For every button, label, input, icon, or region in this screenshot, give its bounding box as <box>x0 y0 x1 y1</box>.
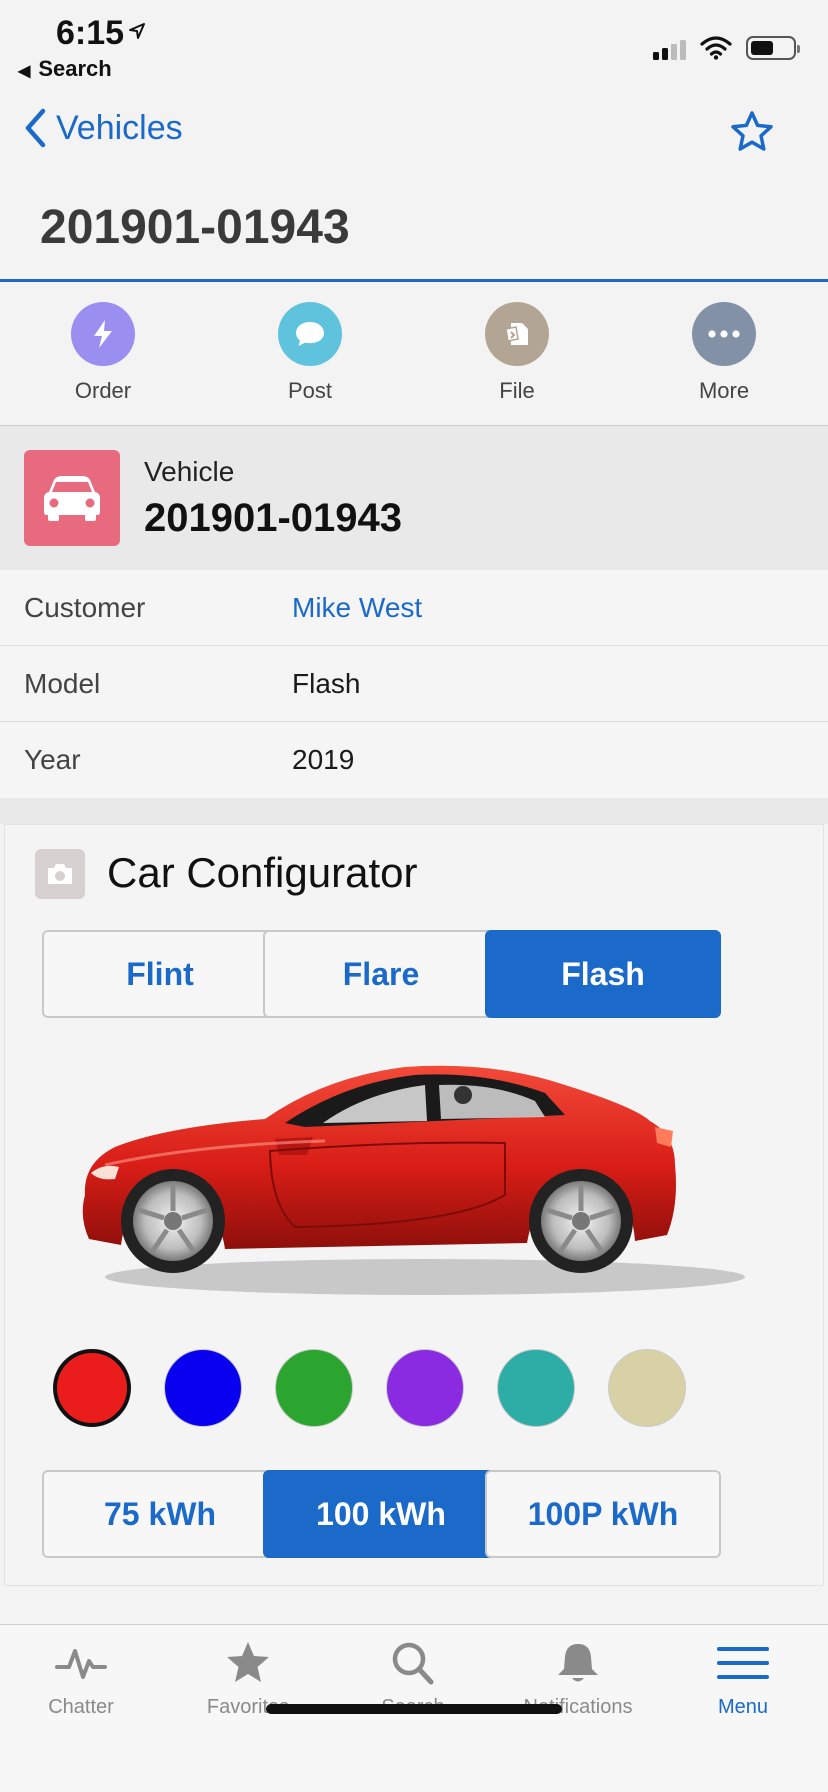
pulse-icon <box>55 1649 107 1679</box>
model-option-flash[interactable]: Flash <box>485 930 721 1018</box>
color-swatch-red[interactable] <box>53 1349 131 1427</box>
section-divider <box>0 798 828 824</box>
card-icon-tile <box>35 849 85 899</box>
record-fields: Customer Mike West Model Flash Year 2019 <box>0 570 828 798</box>
home-indicator[interactable] <box>266 1704 562 1714</box>
more-action-button[interactable]: More <box>664 302 784 404</box>
page-title: 201901-01943 <box>40 201 350 254</box>
field-row-customer: Customer Mike West <box>0 570 828 646</box>
field-label: Model <box>24 668 101 699</box>
model-option-flint[interactable]: Flint <box>42 930 278 1018</box>
more-action-circle <box>692 302 756 366</box>
ellipsis-icon <box>708 330 740 338</box>
status-time: 6:15 <box>56 14 125 52</box>
customer-link[interactable]: Mike West <box>292 592 422 624</box>
status-indicators <box>653 36 800 60</box>
cellular-signal-icon <box>653 38 686 60</box>
back-to-vehicles-button[interactable]: Vehicles <box>24 108 183 148</box>
star-icon <box>227 1642 269 1682</box>
field-label: Year <box>24 744 81 775</box>
tab-chatter[interactable]: Chatter <box>6 1641 156 1719</box>
wifi-icon <box>700 36 732 60</box>
back-triangle-icon: ◀ <box>18 63 31 80</box>
field-value: 2019 <box>292 744 355 775</box>
order-action-circle <box>71 302 135 366</box>
favorite-star-icon[interactable] <box>730 110 774 154</box>
tab-label: Chatter <box>48 1696 114 1718</box>
battery-option-100[interactable]: 100 kWh <box>263 1470 499 1558</box>
bell-icon <box>558 1644 598 1682</box>
car-configurator-card: Car Configurator Flint Flare Flash 75 kW… <box>4 824 824 1586</box>
file-action-button[interactable]: File <box>457 302 577 404</box>
tab-menu[interactable]: Menu <box>668 1641 818 1719</box>
post-action-button[interactable]: Post <box>250 302 370 404</box>
post-action-label: Post <box>287 378 333 403</box>
more-action-label: More <box>698 378 750 403</box>
color-swatch-green[interactable] <box>275 1349 353 1427</box>
back-to-search-label: Search <box>38 56 112 81</box>
record-icon-tile <box>24 450 120 546</box>
model-option-flare[interactable]: Flare <box>263 930 499 1018</box>
color-swatch-beige[interactable] <box>608 1349 686 1427</box>
hamburger-icon <box>717 1647 769 1679</box>
field-label: Customer <box>24 592 146 623</box>
search-icon <box>392 1642 434 1685</box>
car-icon <box>44 476 100 521</box>
card-title: Car Configurator <box>107 849 418 896</box>
nav-header: Vehicles <box>0 96 828 168</box>
back-to-vehicles-label: Vehicles <box>56 108 183 147</box>
color-swatch-blue[interactable] <box>164 1349 242 1427</box>
file-action-circle <box>485 302 549 366</box>
location-arrow-icon <box>129 23 145 39</box>
battery-option-75[interactable]: 75 kWh <box>42 1470 278 1558</box>
back-to-search-link[interactable]: ◀ Search <box>18 56 112 82</box>
field-value: Flash <box>292 668 361 699</box>
file-action-label: File <box>499 378 535 403</box>
field-row-year: Year 2019 <box>0 722 828 798</box>
field-row-model: Model Flash <box>0 646 828 722</box>
lightning-icon <box>94 320 112 348</box>
battery-icon <box>746 36 800 60</box>
color-swatch-teal[interactable] <box>497 1349 575 1427</box>
record-type-label: Vehicle <box>144 456 235 487</box>
tab-label: Menu <box>717 1696 769 1718</box>
order-action-label: Order <box>74 378 132 403</box>
chat-bubble-icon <box>296 322 324 346</box>
status-bar: 6:15 ◀ Search <box>0 0 828 88</box>
camera-icon <box>48 864 72 884</box>
quick-actions: Order Post File More <box>0 282 828 426</box>
file-icon <box>505 323 528 345</box>
record-header: Vehicle 201901-01943 <box>0 426 828 570</box>
color-swatch-purple[interactable] <box>386 1349 464 1427</box>
battery-option-100p[interactable]: 100P kWh <box>485 1470 721 1558</box>
order-action-button[interactable]: Order <box>43 302 163 404</box>
post-action-circle <box>278 302 342 366</box>
car-image <box>82 1065 745 1295</box>
chevron-left-icon <box>25 108 46 148</box>
record-name: 201901-01943 <box>144 496 403 540</box>
